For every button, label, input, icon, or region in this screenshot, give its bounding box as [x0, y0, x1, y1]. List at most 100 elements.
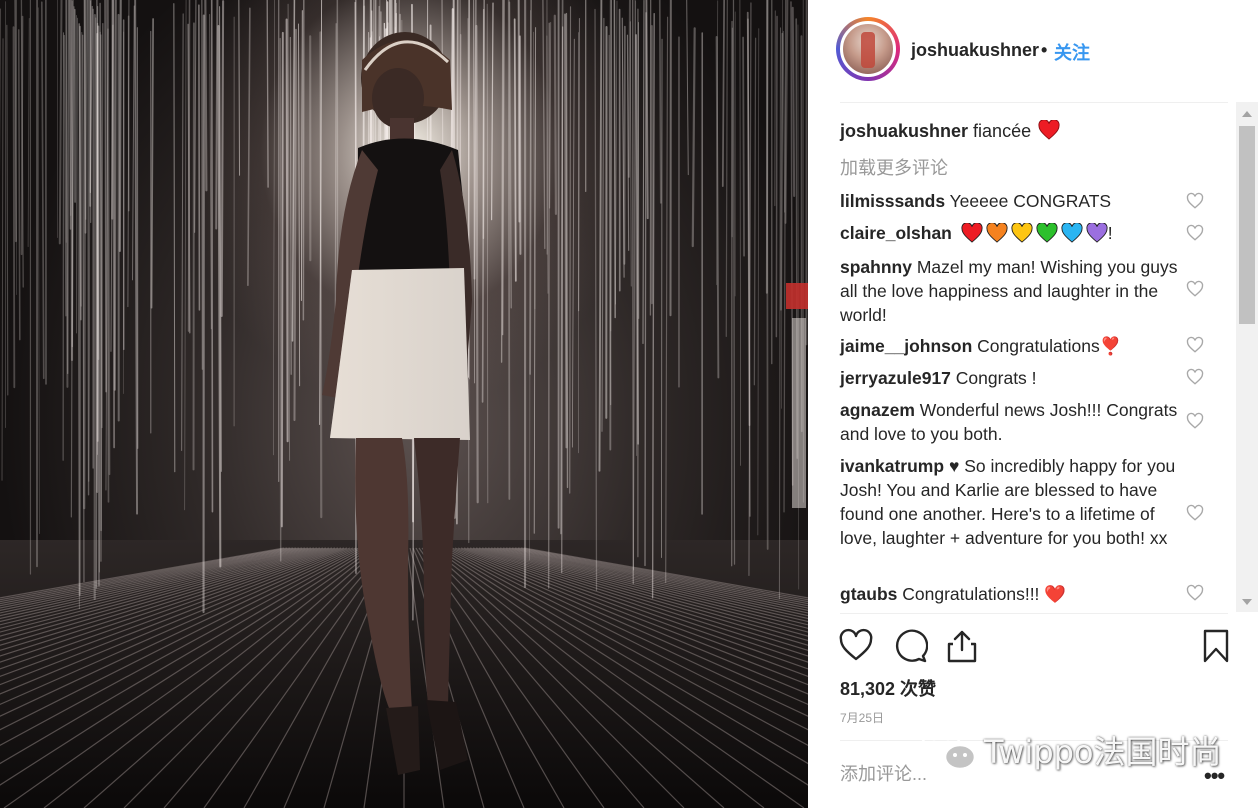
rain-streak [642, 0, 645, 345]
rain-streak [12, 26, 16, 389]
rain-streak [594, 8, 598, 591]
post-panel: joshuakushner • 关注 joshuakushner fiancée… [808, 0, 1259, 808]
rain-streak [633, 0, 636, 571]
rain-streak [27, 17, 30, 248]
comment-icon[interactable] [892, 628, 928, 664]
comment-like-heart-icon[interactable] [1186, 280, 1204, 298]
comment-username[interactable]: jaime__johnson [840, 336, 972, 356]
rain-streak [187, 0, 191, 332]
rain-streak [598, 0, 603, 472]
rain-streak [507, 0, 511, 500]
rain-streak [20, 15, 24, 256]
rain-streak [204, 0, 208, 192]
action-bar [808, 614, 1259, 674]
rain-streak [150, 18, 154, 309]
separator-dot: • [1041, 40, 1048, 60]
rain-streak [553, 14, 558, 215]
rain-streak [173, 3, 176, 473]
post-header: joshuakushner • 关注 [808, 0, 1259, 102]
rain-streak [201, 0, 204, 370]
comment-item: lilmisssands Yeeeee CONGRATS [840, 189, 1180, 213]
rain-streak [184, 0, 187, 511]
comments-list[interactable]: joshuakushner fiancée 加载更多评论 lilmisssand… [808, 103, 1259, 613]
comment-username[interactable]: claire_olshan [840, 223, 952, 243]
comments-scrollbar[interactable] [1236, 102, 1258, 612]
comment-like-heart-icon[interactable] [1186, 504, 1204, 522]
rain-streak [1, 38, 4, 481]
rain-streak [753, 37, 757, 386]
rain-streak [113, 0, 117, 391]
comment-item: claire_olshan ! [840, 221, 1180, 245]
rain-streak [87, 0, 90, 496]
scroll-thumb[interactable] [1239, 126, 1255, 324]
comment-username[interactable]: ivankatrump [840, 456, 944, 476]
post-photo[interactable] [0, 0, 808, 808]
comment-like-heart-icon[interactable] [1186, 192, 1204, 210]
rain-streak [486, 3, 489, 504]
post-date[interactable]: 7月25日 [840, 709, 884, 726]
rain-streak [181, 13, 184, 452]
rain-streak [58, 0, 63, 245]
comment-username[interactable]: gtaubs [840, 584, 897, 604]
rain-streak [757, 28, 760, 536]
comment-item: jaime__johnson Congratulations❣️ [840, 334, 1180, 358]
wechat-icon [920, 729, 977, 772]
rain-streak [661, 38, 663, 558]
rain-streak [517, 0, 521, 223]
comment-item: ivankatrump ♥ So incredibly happy for yo… [840, 454, 1180, 550]
rain-streak [513, 18, 517, 282]
rain-streak [118, 0, 122, 253]
rain-streak [475, 24, 479, 504]
comment-text: Congratulations❣️ [977, 336, 1122, 356]
red-light [786, 283, 808, 309]
add-comment-input[interactable]: 添加评论... [840, 760, 927, 786]
rain-streak [721, 0, 726, 187]
rain-streak [686, 0, 689, 176]
rain-streak [542, 0, 546, 250]
scroll-up-icon[interactable] [1242, 111, 1252, 117]
author-username[interactable]: joshuakushner [911, 40, 1039, 61]
rain-streak [134, 0, 139, 515]
comment-text: Congrats ! [955, 368, 1037, 388]
comment-like-heart-icon[interactable] [1186, 584, 1204, 602]
comment-username[interactable]: lilmisssands [840, 191, 945, 211]
rain-streak [613, 0, 616, 319]
rain-streak [266, 0, 269, 188]
rain-streak [481, 0, 486, 403]
heart-icon[interactable] [838, 628, 874, 664]
scroll-down-icon[interactable] [1242, 599, 1252, 605]
comment-username[interactable]: jerryazule917 [840, 368, 951, 388]
share-icon[interactable] [944, 628, 980, 664]
comment-like-heart-icon[interactable] [1186, 224, 1204, 242]
bookmark-icon[interactable] [1198, 628, 1234, 664]
story-ring[interactable] [836, 17, 900, 81]
heart-emoji-icon [1038, 119, 1060, 146]
comment-like-heart-icon[interactable] [1186, 412, 1204, 430]
watermark: Twippo法国时尚 [918, 728, 1222, 772]
avatar[interactable] [840, 21, 896, 77]
rain-streak [300, 10, 303, 302]
comment-username[interactable]: agnazem [840, 400, 915, 420]
comment-like-heart-icon[interactable] [1186, 336, 1204, 354]
rain-streak [6, 24, 9, 396]
comment-like-heart-icon[interactable] [1186, 368, 1204, 386]
rain-streak [665, 16, 669, 584]
follow-button[interactable]: 关注 [1054, 39, 1090, 65]
rain-streak [98, 31, 101, 573]
rain-streak [691, 27, 696, 248]
rain-streak [40, 1, 45, 380]
caption: joshuakushner fiancée [840, 119, 1060, 146]
rain-streak [80, 31, 83, 307]
rain-streak [220, 0, 225, 317]
rain-streak [298, 23, 301, 387]
likes-count[interactable]: 81,302 次赞 [840, 675, 936, 701]
rain-streak [247, 7, 251, 286]
rain-streak [632, 0, 634, 585]
rain-streak [725, 0, 728, 337]
caption-text: fiancée [973, 121, 1032, 141]
rain-streak [627, 0, 632, 178]
load-more-comments[interactable]: 加载更多评论 [840, 154, 948, 180]
rain-streak [571, 38, 575, 448]
caption-username[interactable]: joshuakushner [840, 121, 968, 141]
comment-username[interactable]: spahnny [840, 257, 912, 277]
